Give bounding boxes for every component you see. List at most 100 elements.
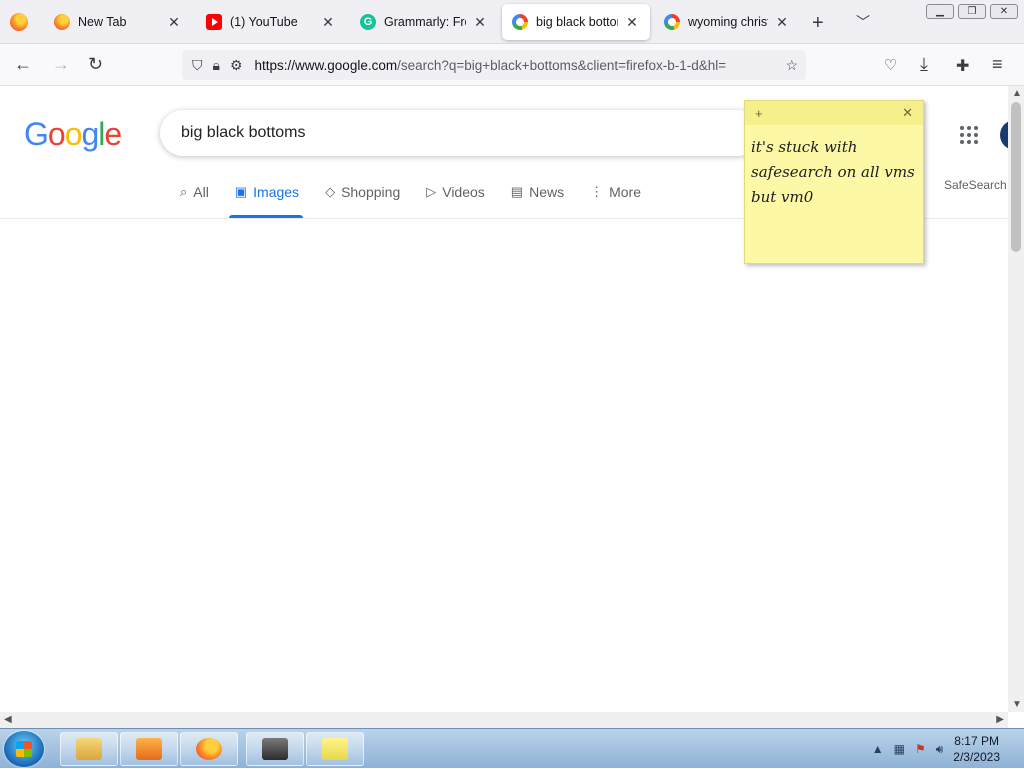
horizontal-scrollbar[interactable]: ◀ ▶ <box>0 712 1008 728</box>
maximize-button[interactable]: ❐ <box>958 4 986 19</box>
chevron-down-icon[interactable]: ﹀ <box>856 12 870 32</box>
taskbar-film[interactable] <box>246 732 304 766</box>
close-icon[interactable]: ✕ <box>472 14 488 31</box>
scroll-left-arrow-icon[interactable]: ◀ <box>4 714 12 725</box>
tab-label: Images <box>253 184 300 200</box>
tab-wyoming[interactable]: wyoming christia ✕ <box>654 4 800 40</box>
reload-icon[interactable]: ↻ <box>88 54 103 75</box>
clock-time: 8:17 PM <box>954 734 999 748</box>
bookmark-star-icon[interactable]: ☆ <box>785 57 798 74</box>
vertical-scrollbar[interactable]: ▲ ▼ <box>1008 86 1024 712</box>
sticky-note-text[interactable]: it's stuck with safesearch on all vms bu… <box>745 125 923 220</box>
scrollbar-thumb[interactable] <box>1011 102 1021 252</box>
tab-shopping[interactable]: ◇ Shopping <box>325 184 400 218</box>
tab-label: wyoming christia <box>688 15 768 29</box>
media-player-icon <box>136 738 162 760</box>
tab-grammarly[interactable]: G Grammarly: Free O ✕ <box>350 4 498 40</box>
close-icon[interactable]: ✕ <box>624 14 640 31</box>
sticky-close-icon[interactable]: ✕ <box>902 105 913 121</box>
firefox-icon <box>54 14 70 30</box>
tab-videos[interactable]: ▷ Videos <box>426 184 485 218</box>
tab-label: Videos <box>442 184 485 200</box>
shield-icon[interactable]: ⛉ <box>192 57 203 74</box>
grammarly-icon: G <box>360 14 376 30</box>
new-tab-plus-icon[interactable]: + <box>812 12 824 35</box>
tag-icon: ◇ <box>325 184 336 199</box>
youtube-icon <box>206 14 222 30</box>
search-type-tabs: ⌕ All ▣ Images ◇ Shopping ▷ Videos ▤ News ⋮ Mo… <box>180 184 667 218</box>
action-center-flag-icon[interactable]: ⚑ <box>915 742 926 756</box>
url-host: https://www.google.com <box>254 57 398 73</box>
play-icon: ▷ <box>426 184 437 199</box>
google-icon <box>512 14 528 30</box>
scroll-right-arrow-icon[interactable]: ▶ <box>996 714 1004 725</box>
logo-letter: e <box>104 116 122 152</box>
show-hidden-icons-icon[interactable]: ▲ <box>872 742 884 756</box>
logo-letter: g <box>81 116 99 152</box>
forward-arrow-icon[interactable]: → <box>52 54 70 75</box>
extensions-icon[interactable]: ✚ <box>956 56 969 76</box>
tab-strip: New Tab ✕ (1) YouTube ✕ G Grammarly: Fre… <box>0 0 1024 44</box>
sticky-note[interactable]: + ✕ it's stuck with safesearch on all vm… <box>744 100 924 264</box>
taskbar-media-player[interactable] <box>120 732 178 766</box>
clock[interactable]: 8:17 PM 2/3/2023 <box>953 733 1000 765</box>
close-icon[interactable]: ✕ <box>320 14 336 31</box>
tab-label: Grammarly: Free O <box>384 15 466 29</box>
tab-news[interactable]: ▤ News <box>511 184 564 218</box>
tab-label: (1) YouTube <box>230 15 298 29</box>
taskbar-sticky-notes[interactable] <box>306 732 364 766</box>
download-icon[interactable]: ⤓ <box>920 54 928 75</box>
more-vertical-icon: ⋮ <box>590 184 604 199</box>
tab-more[interactable]: ⋮ More <box>590 184 641 218</box>
permissions-icon[interactable]: ⚙︎ <box>230 57 243 74</box>
tab-label: New Tab <box>78 15 127 29</box>
taskbar-explorer[interactable] <box>60 732 118 766</box>
close-icon[interactable]: ✕ <box>166 14 182 31</box>
tab-google-search[interactable]: big black bottoms ✕ <box>502 4 650 40</box>
system-tray: ▲ ▦ ⚑ 🔊︎ 8:17 PM 2/3/2023 <box>872 729 1024 769</box>
url-path: /search?q=big+black+bottoms&client=firef… <box>397 57 727 73</box>
start-button[interactable] <box>4 731 44 767</box>
tab-all[interactable]: ⌕ All <box>180 184 209 218</box>
logo-letter: o <box>64 116 83 152</box>
safesearch-link[interactable]: SafeSearch <box>944 178 1007 192</box>
sticky-line: but vm0 <box>751 188 814 206</box>
tab-new-tab[interactable]: New Tab ✕ <box>44 4 192 40</box>
close-window-button[interactable]: ✕ <box>990 4 1018 19</box>
tab-label: big black bottoms <box>536 15 618 29</box>
film-reel-icon <box>262 738 288 760</box>
network-icon[interactable]: ▦ <box>894 742 905 756</box>
sticky-line: safesearch on all vms <box>751 163 915 181</box>
taskbar-firefox[interactable] <box>180 732 238 766</box>
tab-images[interactable]: ▣ Images <box>228 184 304 218</box>
lock-icon[interactable]: 🔒︎ <box>213 57 220 74</box>
search-input[interactable]: big black bottoms <box>160 110 760 156</box>
folder-icon <box>76 738 102 760</box>
navigation-bar: ← → ↻ ⛉ 🔒︎ ⚙︎ https://www.google.com/sea… <box>0 44 1024 86</box>
account-avatar[interactable] <box>1000 120 1008 150</box>
scroll-down-arrow-icon[interactable]: ▼ <box>1012 699 1022 710</box>
firefox-menu-icon[interactable] <box>10 13 28 31</box>
sticky-notes-icon <box>322 738 348 760</box>
google-apps-icon[interactable] <box>960 126 978 144</box>
close-icon[interactable]: ✕ <box>774 14 790 31</box>
scroll-up-arrow-icon[interactable]: ▲ <box>1012 88 1022 99</box>
image-icon: ▣ <box>234 184 248 199</box>
google-icon <box>664 14 680 30</box>
tab-youtube[interactable]: (1) YouTube ✕ <box>196 4 346 40</box>
hamburger-menu-icon[interactable]: ≡ <box>992 54 1003 75</box>
google-logo[interactable]: Google <box>24 116 122 153</box>
minimize-button[interactable]: ▁ <box>926 4 954 19</box>
sticky-add-icon[interactable]: + <box>755 106 763 121</box>
tab-label: All <box>193 184 209 200</box>
firefox-icon <box>196 738 222 760</box>
url-text[interactable]: https://www.google.com/search?q=big+blac… <box>255 58 755 73</box>
pocket-icon[interactable]: ♡ <box>884 56 897 74</box>
search-icon: ⌕ <box>180 184 188 199</box>
url-bar[interactable]: ⛉ 🔒︎ ⚙︎ https://www.google.com/search?q=… <box>182 50 806 80</box>
newspaper-icon: ▤ <box>510 184 524 199</box>
tab-label: Shopping <box>341 184 401 200</box>
tab-label: News <box>529 184 565 200</box>
back-arrow-icon[interactable]: ← <box>14 54 32 75</box>
volume-icon[interactable]: 🔊︎ <box>936 742 944 757</box>
